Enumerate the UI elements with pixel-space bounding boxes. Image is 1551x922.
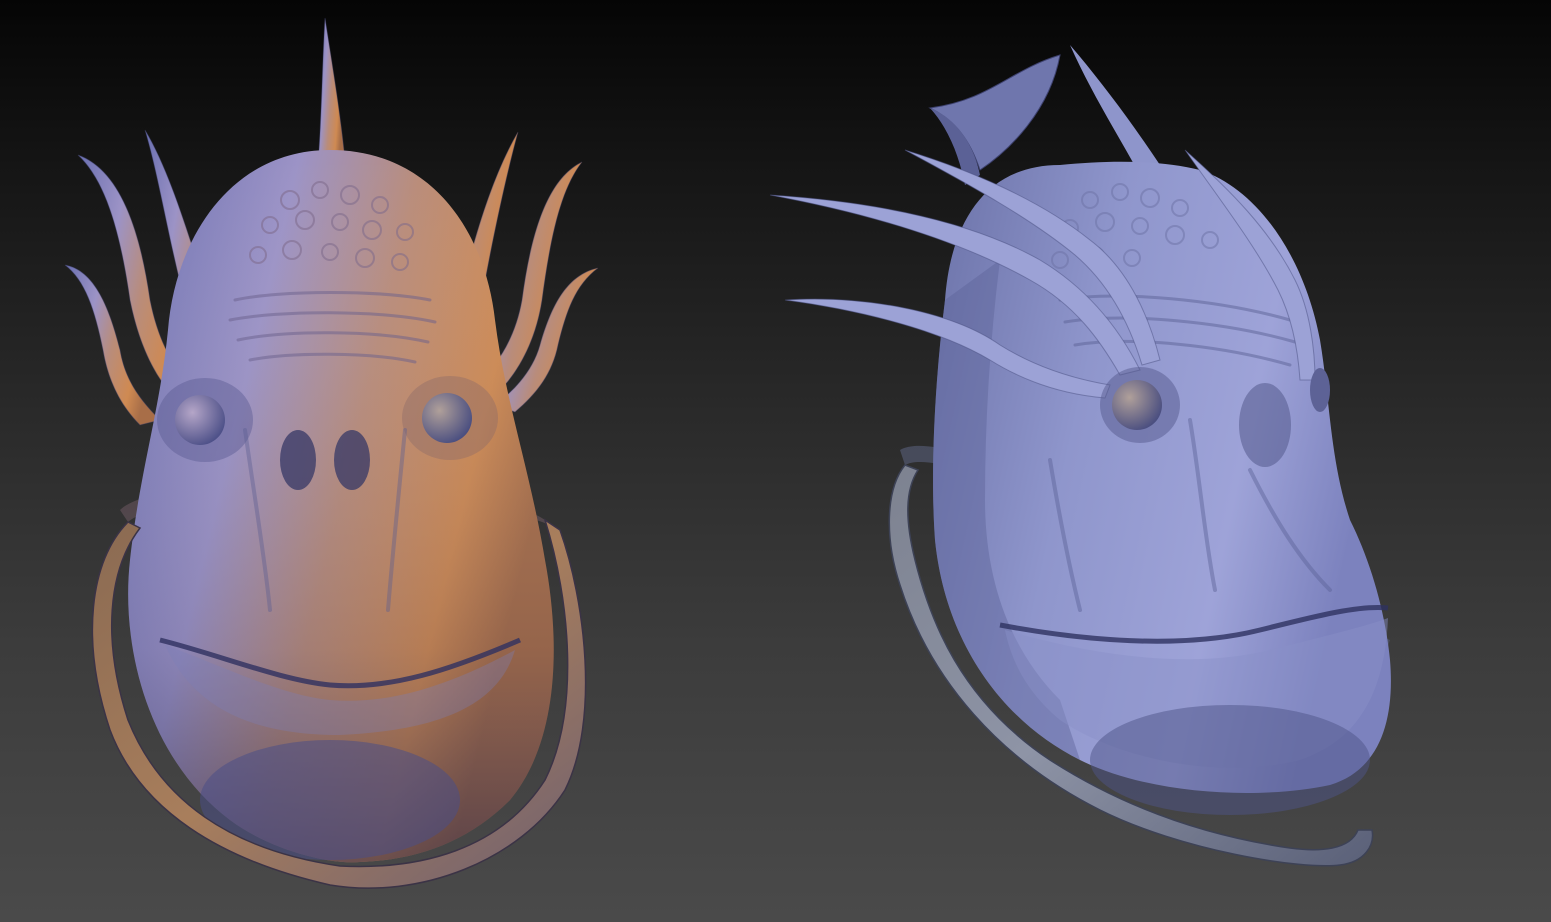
right-eye	[422, 393, 472, 443]
left-eye	[175, 395, 225, 445]
sculpt-render	[64, 17, 1391, 889]
chin-side	[1090, 705, 1370, 815]
far-eye	[1310, 368, 1330, 412]
near-eye	[1112, 380, 1162, 430]
render-viewport	[0, 0, 1551, 922]
creature-head-front	[64, 17, 599, 889]
creature-head-side	[769, 45, 1391, 867]
dorsal-fin	[928, 54, 1061, 171]
